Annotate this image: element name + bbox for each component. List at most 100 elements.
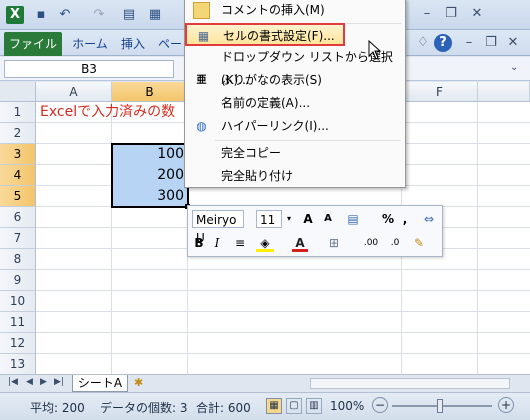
sheet-nav-prev-icon[interactable]: ◀ bbox=[26, 377, 33, 387]
close-icon[interactable]: ✕ bbox=[466, 5, 488, 23]
status-average: 平均: 200 bbox=[30, 401, 85, 415]
comma-icon[interactable]: , bbox=[400, 210, 410, 228]
menu-item-label: ハイパーリンク(I)... bbox=[221, 119, 329, 133]
row-header[interactable]: 1 bbox=[0, 102, 36, 123]
shrink-font-icon[interactable]: A bbox=[320, 210, 336, 228]
help-icon[interactable]: ? bbox=[434, 34, 452, 52]
normal-view-icon[interactable]: ▦ bbox=[266, 398, 282, 414]
column-header-g[interactable] bbox=[478, 82, 530, 102]
page-break-view-icon[interactable]: ▥ bbox=[306, 398, 322, 414]
ribbon-restore-icon[interactable]: ❐ bbox=[480, 34, 502, 52]
menu-item-hyperlink[interactable]: ◍ ハイパーリンク(I)... bbox=[185, 115, 405, 138]
save-icon[interactable]: ▪ bbox=[32, 6, 50, 24]
status-sum: 合計: 600 bbox=[196, 401, 251, 415]
gridline bbox=[477, 102, 478, 374]
mini-toolbar: Meiryo U 11 ▾ A A ▤ % , ⇔ B I ≡ ◈ A ⊞ .0… bbox=[187, 205, 443, 257]
chevron-down-icon[interactable]: ♢ bbox=[412, 34, 434, 52]
status-count: データの個数: 3 bbox=[100, 401, 188, 415]
menu-separator bbox=[215, 140, 401, 141]
row-header[interactable]: 2 bbox=[0, 123, 36, 144]
row-header[interactable]: 11 bbox=[0, 312, 36, 333]
expand-formula-icon[interactable]: ⌄ bbox=[510, 62, 518, 73]
zoom-slider-thumb[interactable] bbox=[437, 399, 443, 413]
menu-item-label: 名前の定義(A)... bbox=[221, 96, 311, 110]
print-preview-icon[interactable]: ▤ bbox=[120, 6, 138, 24]
furigana-icon: 亜 bbox=[196, 75, 207, 86]
zoom-level[interactable]: 100% bbox=[330, 399, 364, 413]
sheet-nav-last-icon[interactable]: ▶| bbox=[54, 377, 64, 387]
menu-item-label: ふりがなの表示(S) bbox=[221, 73, 322, 87]
selection-border bbox=[111, 143, 189, 208]
excel-logo-icon: X bbox=[6, 6, 24, 24]
comment-icon bbox=[193, 2, 210, 19]
row-header[interactable]: 10 bbox=[0, 291, 36, 312]
menu-item-label: コメントの挿入(M) bbox=[221, 3, 325, 17]
italic-icon[interactable]: I bbox=[210, 234, 224, 252]
borders-icon[interactable]: ⊞ bbox=[326, 234, 342, 252]
decrease-decimal-icon[interactable]: .0 bbox=[384, 234, 406, 252]
row-header[interactable]: 12 bbox=[0, 333, 36, 354]
redo-icon[interactable]: ↷ bbox=[90, 6, 108, 24]
menu-item-define-name[interactable]: 名前の定義(A)... bbox=[185, 92, 405, 115]
tab-file[interactable]: ファイル bbox=[4, 32, 62, 56]
context-menu: コメントの挿入(M) ▦ セルの書式設定(F)... ドロップダウン リストから… bbox=[184, 0, 406, 188]
merge-icon[interactable]: ⇔ bbox=[420, 210, 438, 228]
bold-icon[interactable]: B bbox=[192, 234, 206, 252]
row-header[interactable]: 6 bbox=[0, 207, 36, 228]
menu-item-label: 完全コピー bbox=[221, 146, 282, 160]
format-cells-icon: ▦ bbox=[197, 29, 210, 43]
column-header-a[interactable]: A bbox=[36, 82, 112, 102]
align-center-icon[interactable]: ≡ bbox=[232, 234, 248, 252]
sheet-tab-bar: |◀ ◀ ▶ ▶| シートA ✱ bbox=[0, 374, 530, 392]
column-header-b[interactable]: B bbox=[112, 82, 188, 102]
horizontal-scrollbar[interactable] bbox=[310, 378, 510, 389]
chevron-down-icon[interactable]: ▾ bbox=[284, 210, 294, 228]
grow-font-icon[interactable]: A bbox=[300, 210, 316, 228]
row-header[interactable]: 9 bbox=[0, 270, 36, 291]
number-format-icon[interactable]: ▤ bbox=[344, 210, 362, 228]
zoom-out-icon[interactable]: − bbox=[372, 397, 388, 413]
restore-icon[interactable]: ❐ bbox=[440, 5, 462, 23]
sheet-nav-next-icon[interactable]: ▶ bbox=[40, 377, 47, 387]
column-header-f[interactable]: F bbox=[402, 82, 478, 102]
menu-item-insert-comment[interactable]: コメントの挿入(M) bbox=[185, 0, 405, 22]
row-header[interactable]: 4 bbox=[0, 165, 36, 186]
percent-icon[interactable]: % bbox=[380, 210, 396, 228]
ribbon-minimize-icon[interactable]: – bbox=[458, 34, 480, 52]
zoom-in-icon[interactable]: + bbox=[498, 397, 514, 413]
tab-home[interactable]: ホーム bbox=[70, 34, 110, 54]
font-name-box[interactable]: Meiryo U bbox=[192, 210, 244, 245]
fill-color-icon[interactable]: ◈ bbox=[256, 234, 274, 252]
font-size-box[interactable]: 11 bbox=[256, 210, 282, 228]
menu-item-full-copy[interactable]: 完全コピー bbox=[185, 142, 405, 165]
row-header[interactable]: 13 bbox=[0, 354, 36, 375]
tab-page-layout[interactable]: ペー bbox=[156, 34, 184, 54]
minimize-icon[interactable]: – bbox=[416, 5, 438, 23]
row-header[interactable]: 7 bbox=[0, 228, 36, 249]
name-box[interactable]: B3 bbox=[4, 60, 174, 78]
sheet-nav-first-icon[interactable]: |◀ bbox=[8, 377, 18, 387]
sheet-tab[interactable]: シートA bbox=[72, 375, 128, 392]
ribbon-close-icon[interactable]: ✕ bbox=[502, 34, 524, 52]
menu-item-label: セルの書式設定(F)... bbox=[223, 29, 335, 43]
menu-item-label: 完全貼り付け bbox=[221, 169, 294, 183]
row-header[interactable]: 8 bbox=[0, 249, 36, 270]
row-header[interactable]: 3 bbox=[0, 144, 36, 165]
format-painter-icon[interactable]: ✎ bbox=[410, 234, 428, 252]
increase-decimal-icon[interactable]: .00 bbox=[360, 234, 382, 252]
select-all-corner[interactable] bbox=[0, 82, 36, 102]
menu-item-show-furigana[interactable]: 亜 ふりがなの表示(S) bbox=[185, 69, 405, 92]
border-icon[interactable]: ▦ bbox=[146, 6, 164, 24]
menu-item-full-paste[interactable]: 完全貼り付け bbox=[185, 165, 405, 188]
undo-icon[interactable]: ↶ bbox=[56, 6, 74, 24]
font-color-icon[interactable]: A bbox=[292, 234, 308, 252]
mouse-cursor-icon bbox=[368, 39, 384, 60]
cell-a1-title[interactable]: Excelで入力済みの数 bbox=[40, 102, 190, 123]
menu-item-format-cells[interactable]: ▦ セルの書式設定(F)... bbox=[185, 23, 345, 46]
tab-insert[interactable]: 挿入 bbox=[116, 34, 150, 54]
row-header[interactable]: 5 bbox=[0, 186, 36, 207]
status-bar: 平均: 200 データの個数: 3 合計: 600 ▦ ▢ ▥ 100% − + bbox=[0, 392, 530, 420]
new-sheet-icon[interactable]: ✱ bbox=[134, 376, 143, 389]
hyperlink-icon: ◍ bbox=[196, 119, 207, 133]
page-layout-view-icon[interactable]: ▢ bbox=[286, 398, 302, 414]
